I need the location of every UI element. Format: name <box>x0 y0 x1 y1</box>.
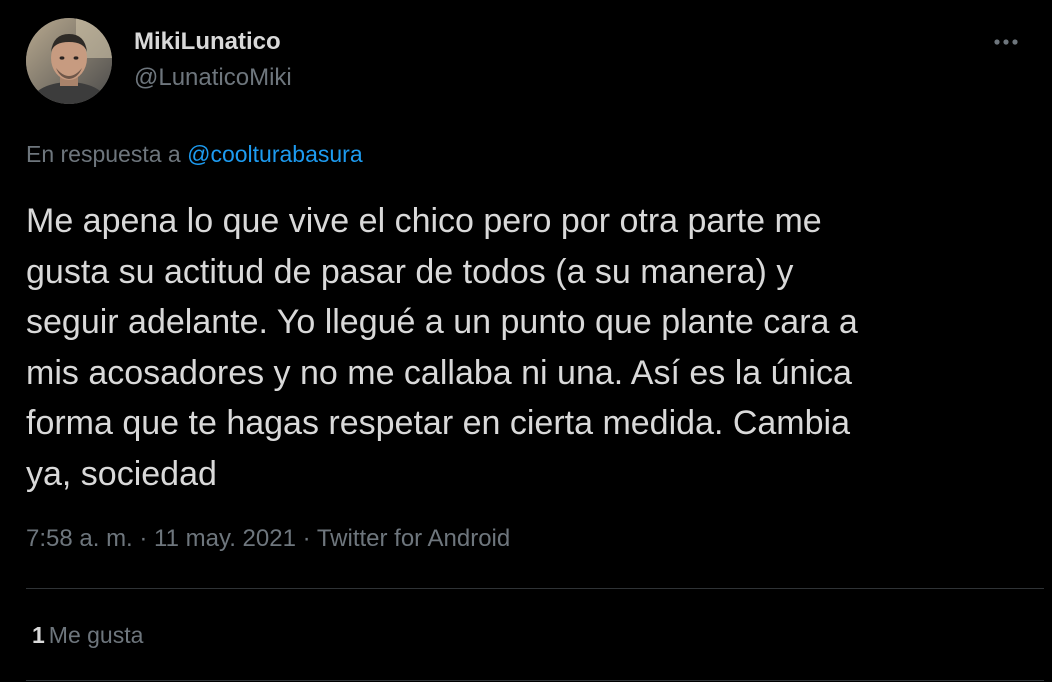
reply-context: En respuesta a @coolturabasura <box>26 138 363 170</box>
display-name[interactable]: MikiLunatico <box>134 26 292 58</box>
tweet-text: Me apena lo que vive el chico pero por o… <box>26 202 858 493</box>
reply-mention-link[interactable]: @coolturabasura <box>187 141 363 167</box>
reply-prefix: En respuesta a <box>26 141 181 167</box>
more-horizontal-icon <box>994 39 1018 45</box>
avatar[interactable] <box>26 18 112 104</box>
likes-label: Me gusta <box>48 622 144 648</box>
user-handle[interactable]: @LunaticoMiki <box>134 62 292 94</box>
divider <box>26 588 1044 589</box>
avatar-photo-icon <box>26 18 112 104</box>
likes-count: 1 <box>32 622 45 648</box>
more-options-button[interactable] <box>986 28 1026 56</box>
tweet-timestamp[interactable]: 7:58 a. m. · 11 may. 2021 · Twitter for … <box>26 522 510 556</box>
author-names: MikiLunatico @LunaticoMiki <box>134 26 292 94</box>
tweet-header: MikiLunatico @LunaticoMiki <box>26 18 1026 108</box>
tweet-card: MikiLunatico @LunaticoMiki En respuesta … <box>0 0 1052 682</box>
divider <box>26 680 1044 681</box>
likes-stat[interactable]: 1 Me gusta <box>32 618 143 652</box>
